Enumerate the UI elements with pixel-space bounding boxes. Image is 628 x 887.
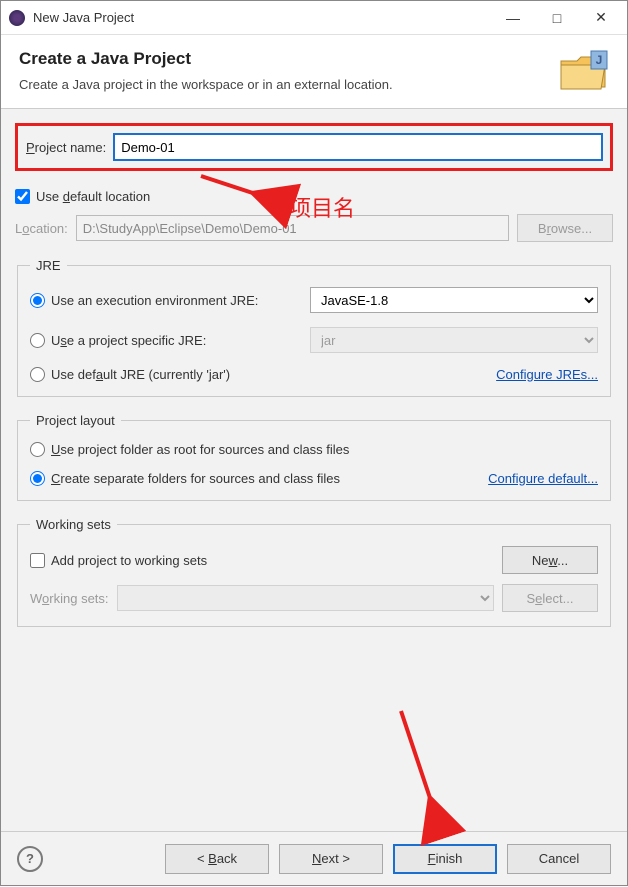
layout-single-folder-radio[interactable] — [30, 442, 45, 457]
project-name-input[interactable] — [114, 134, 602, 160]
jre-project-specific-radio[interactable] — [30, 333, 45, 348]
working-sets-label: Working sets: — [30, 591, 109, 606]
jre-legend: JRE — [30, 258, 67, 273]
window-title: New Java Project — [33, 10, 491, 25]
use-default-location-label: Use default location — [36, 189, 150, 204]
project-layout-group: Project layout Use project folder as roo… — [17, 413, 611, 501]
wizard-content: Project name: Use default location Locat… — [1, 109, 627, 833]
configure-default-link[interactable]: Configure default... — [488, 471, 598, 486]
use-default-location-checkbox[interactable] — [15, 189, 30, 204]
jre-exec-env-radio[interactable] — [30, 293, 45, 308]
java-project-icon: J — [557, 47, 611, 95]
window-controls: ― □ ✕ — [491, 3, 623, 33]
use-default-location-row: Use default location — [15, 189, 613, 204]
working-sets-group: Working sets Add project to working sets… — [17, 517, 611, 627]
wizard-title: Create a Java Project — [19, 49, 609, 69]
configure-jres-link[interactable]: Configure JREs... — [496, 367, 598, 382]
wizard-header: Create a Java Project Create a Java proj… — [1, 35, 627, 109]
select-working-sets-button: Select... — [502, 584, 598, 612]
layout-separate-folders-radio[interactable] — [30, 471, 45, 486]
project-layout-legend: Project layout — [30, 413, 121, 428]
jre-project-specific-label: Use a project specific JRE: — [51, 333, 206, 348]
minimize-button[interactable]: ― — [491, 3, 535, 33]
titlebar: New Java Project ― □ ✕ — [1, 1, 627, 35]
wizard-subtitle: Create a Java project in the workspace o… — [19, 77, 609, 92]
add-working-sets-label: Add project to working sets — [51, 553, 207, 568]
jre-project-specific-select: jar — [310, 327, 598, 353]
eclipse-icon — [9, 10, 25, 26]
project-name-label: Project name: — [26, 140, 106, 155]
project-name-highlight: Project name: — [15, 123, 613, 171]
layout-single-folder-label: Use project folder as root for sources a… — [51, 442, 349, 457]
back-button[interactable]: < Back — [165, 844, 269, 874]
help-button[interactable]: ? — [17, 846, 43, 872]
wizard-button-bar: ? < Back Next > Finish Cancel — [1, 831, 627, 885]
finish-button[interactable]: Finish — [393, 844, 497, 874]
next-button[interactable]: Next > — [279, 844, 383, 874]
browse-button: Browse... — [517, 214, 613, 242]
location-input — [76, 215, 509, 241]
jre-default-label: Use default JRE (currently 'jar') — [51, 367, 230, 382]
cancel-button[interactable]: Cancel — [507, 844, 611, 874]
add-working-sets-checkbox[interactable] — [30, 553, 45, 568]
svg-text:J: J — [596, 53, 603, 67]
location-label: Location: — [15, 221, 68, 236]
jre-group: JRE Use an execution environment JRE: Ja… — [17, 258, 611, 397]
working-sets-select — [117, 585, 494, 611]
layout-separate-folders-label: Create separate folders for sources and … — [51, 471, 340, 486]
jre-default-radio[interactable] — [30, 367, 45, 382]
maximize-button[interactable]: □ — [535, 3, 579, 33]
working-sets-legend: Working sets — [30, 517, 117, 532]
jre-exec-env-select[interactable]: JavaSE-1.8 — [310, 287, 598, 313]
jre-exec-env-label: Use an execution environment JRE: — [51, 293, 258, 308]
new-working-set-button[interactable]: New... — [502, 546, 598, 574]
close-button[interactable]: ✕ — [579, 3, 623, 33]
